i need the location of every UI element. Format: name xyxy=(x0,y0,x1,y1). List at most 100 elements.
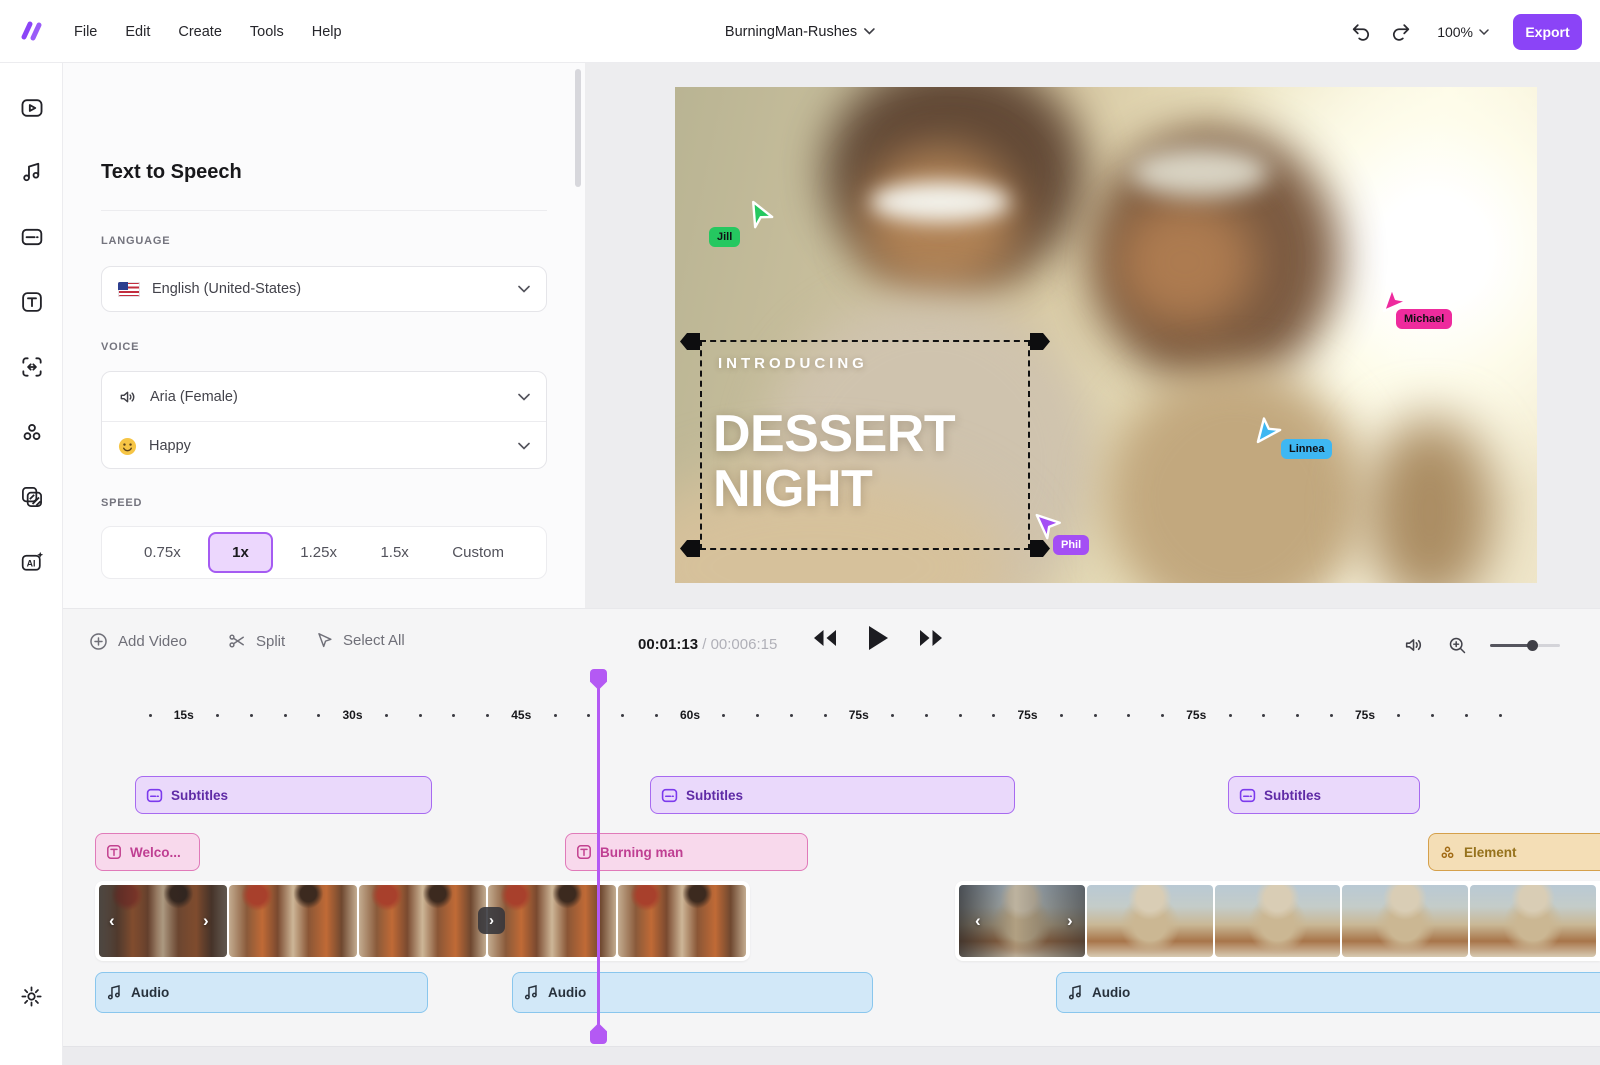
clip-next-icon[interactable]: › xyxy=(203,911,209,931)
video-clip-2[interactable]: ‹ › xyxy=(955,881,1600,961)
collab-cursor-phil: Phil xyxy=(1033,511,1090,555)
video-figure-face-left xyxy=(860,147,1020,297)
selection-handle-top-left[interactable] xyxy=(680,333,700,350)
text-clip-burning-man[interactable]: Burning man xyxy=(565,833,808,871)
sidebar-item-elements[interactable] xyxy=(19,419,45,445)
sidebar-item-transitions[interactable] xyxy=(19,354,45,380)
select-all-button[interactable]: Select All xyxy=(315,631,405,650)
expand-clip-button[interactable]: › xyxy=(478,907,505,934)
timeline-zoom-slider[interactable] xyxy=(1490,633,1560,657)
chevron-down-icon xyxy=(518,442,530,450)
cursor-label: Michael xyxy=(1396,309,1453,329)
text-icon xyxy=(107,845,121,859)
audio-clip-1[interactable]: Audio xyxy=(95,972,428,1013)
redo-button[interactable] xyxy=(1389,20,1413,44)
speed-option-1x[interactable]: 1x xyxy=(208,532,273,573)
sidebar-item-overlays[interactable] xyxy=(19,484,45,510)
export-button[interactable]: Export xyxy=(1513,13,1582,50)
subtitles-clip-3[interactable]: Subtitles xyxy=(1228,776,1420,814)
menu-tools[interactable]: Tools xyxy=(250,24,284,40)
canvas-zoom-dropdown[interactable]: 100% xyxy=(1437,24,1489,40)
overlay-kicker-text[interactable]: INTRODUCING xyxy=(718,355,868,372)
video-thumbnail xyxy=(358,885,487,957)
video-icon xyxy=(21,99,43,117)
clip-label: Burning man xyxy=(600,844,684,860)
divider xyxy=(101,210,547,211)
happy-emoji-icon xyxy=(118,437,137,455)
video-canvas[interactable]: INTRODUCING DESSERT NIGHT xyxy=(675,87,1537,583)
undo-button[interactable] xyxy=(1349,20,1373,44)
clip-next-icon[interactable]: › xyxy=(1067,911,1073,931)
audio-clip-2[interactable]: Audio xyxy=(512,972,873,1013)
clip-prev-icon[interactable]: ‹ xyxy=(975,911,981,931)
scissors-icon xyxy=(229,634,244,648)
menu-help[interactable]: Help xyxy=(312,24,342,40)
menu-edit[interactable]: Edit xyxy=(125,24,150,40)
voice-select[interactable]: Aria (Female) xyxy=(102,372,546,421)
clip-label: Subtitles xyxy=(171,787,229,803)
language-select[interactable]: English (United-States) xyxy=(101,266,547,312)
topbar: File Edit Create Tools Help BurningMan-R… xyxy=(0,0,1600,63)
video-distant-figure xyxy=(1365,417,1495,583)
text-clip-welcome[interactable]: Welco... xyxy=(95,833,200,871)
fast-forward-button[interactable] xyxy=(917,628,945,648)
ruler-tick-label: 75s xyxy=(1186,708,1207,722)
ruler-tick-label: 75s xyxy=(848,708,869,722)
subtitles-clip-2[interactable]: Subtitles xyxy=(650,776,1015,814)
add-video-label: Add Video xyxy=(118,633,187,650)
project-name: BurningMan-Rushes xyxy=(724,23,858,40)
chevron-down-icon xyxy=(518,393,530,401)
split-button[interactable]: Split xyxy=(227,631,285,651)
sidebar-item-ai[interactable]: AI xyxy=(19,549,45,575)
speed-selector: 0.75x 1x 1.25x 1.5x Custom xyxy=(101,526,547,579)
speed-option-custom[interactable]: Custom xyxy=(436,532,520,573)
gear-icon xyxy=(21,986,42,1007)
playhead-handle-top[interactable] xyxy=(590,669,607,690)
menu-create[interactable]: Create xyxy=(178,24,222,40)
clip-label: Subtitles xyxy=(1264,787,1322,803)
speed-option-075x[interactable]: 0.75x xyxy=(128,532,197,573)
sidebar-item-video[interactable] xyxy=(19,95,45,121)
video-editor-app: File Edit Create Tools Help BurningMan-R… xyxy=(0,0,1600,1065)
ruler-tick-label: 75s xyxy=(1354,708,1376,722)
speed-label: SPEED xyxy=(101,497,143,509)
project-name-dropdown[interactable]: BurningMan-Rushes xyxy=(725,0,875,63)
app-logo-icon[interactable] xyxy=(18,16,48,46)
cursor-label: Phil xyxy=(1053,535,1090,555)
video-sunglasses-hint xyxy=(870,182,1010,222)
timeline-zoom-icon[interactable] xyxy=(1447,635,1468,656)
timeline-ruler[interactable]: 15s 30s 45s 60s 75s 75s 75s 75s xyxy=(148,705,1502,725)
cursor-arrow-icon xyxy=(1256,417,1282,444)
play-button[interactable] xyxy=(867,625,889,651)
subtitles-clip-1[interactable]: Subtitles xyxy=(135,776,432,814)
slider-knob[interactable] xyxy=(1527,640,1538,651)
video-thumbnail xyxy=(228,885,357,957)
audio-clip-3[interactable]: Audio xyxy=(1056,972,1600,1013)
sidebar-item-subtitles[interactable] xyxy=(19,224,45,250)
elements-icon xyxy=(1441,846,1454,858)
rewind-button[interactable] xyxy=(811,628,839,648)
add-video-button[interactable]: Add Video xyxy=(88,631,187,652)
clip-label: Element xyxy=(1464,844,1517,860)
speed-option-15x[interactable]: 1.5x xyxy=(364,532,424,573)
canvas-zoom-value: 100% xyxy=(1437,23,1473,40)
sidebar-item-audio[interactable] xyxy=(19,159,45,185)
clip-prev-icon[interactable]: ‹ xyxy=(109,911,115,931)
ruler-tick-label: 15s xyxy=(173,708,194,722)
overlay-title-text[interactable]: DESSERT NIGHT xyxy=(713,407,956,517)
sidebar-item-text[interactable] xyxy=(19,289,45,315)
emotion-select[interactable]: Happy xyxy=(102,421,546,470)
transport-controls xyxy=(811,625,945,651)
playhead-handle-bottom[interactable] xyxy=(590,1023,607,1044)
time-display: 00:01:13 / 00:006:15 xyxy=(638,636,777,653)
video-thumbnail xyxy=(1214,885,1341,957)
panel-scrollbar[interactable] xyxy=(575,69,581,187)
ai-sparkle-icon: AI xyxy=(21,551,44,571)
speed-option-125x[interactable]: 1.25x xyxy=(284,532,353,573)
playhead-line[interactable] xyxy=(597,673,600,1033)
menu-file[interactable]: File xyxy=(74,24,97,40)
element-clip[interactable]: Element xyxy=(1428,833,1600,871)
mute-button[interactable] xyxy=(1403,634,1425,656)
video-clip-1[interactable]: ‹ › › xyxy=(95,881,750,961)
settings-button[interactable] xyxy=(19,984,45,1010)
